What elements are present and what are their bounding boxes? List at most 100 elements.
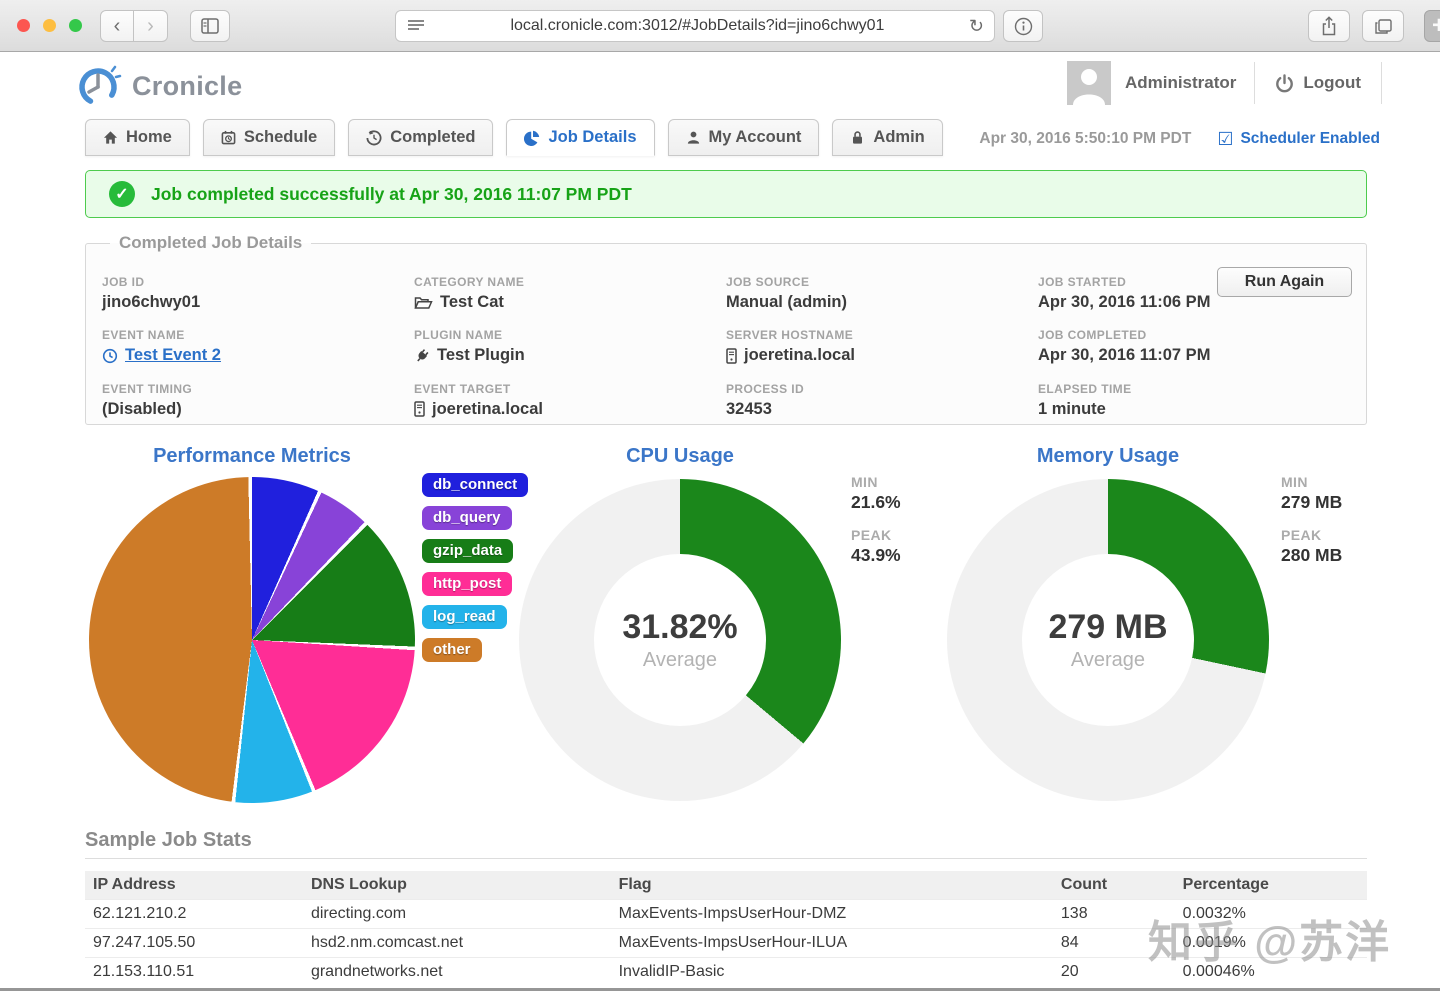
success-check-icon: ✓ [109,181,135,207]
tab-home[interactable]: Home [85,119,190,156]
logout-button[interactable]: Logout [1275,73,1361,93]
run-again-button[interactable]: Run Again [1217,267,1352,297]
field-label: ELAPSED TIME [1038,381,1132,396]
job-field-process-id: PROCESS ID 32453 [726,374,1038,427]
column-header-percentage: Percentage [1174,871,1367,900]
table-cell: 84 [1052,928,1175,958]
tab-admin[interactable]: Admin [832,119,943,156]
browser-toolbar: ‹ › local.cronicle.com:3012/#JobDetails?… [0,0,1440,52]
performance-metrics-legend: db_connect db_query gzip_data http_post log_… [422,473,529,662]
sidebar-toggle-button[interactable] [190,10,230,42]
show-tabs-button[interactable] [1362,10,1404,42]
brand-name: Cronicle [132,70,243,101]
table-header-row: IP Address DNS Lookup Flag Count Percentage [85,871,1367,900]
share-button[interactable] [1308,10,1350,42]
share-icon [1322,16,1336,36]
table-cell: InvalidIP-Basic [610,957,1053,987]
memory-peak-label: PEAK [1281,527,1322,543]
job-field-elapsed-time: ELAPSED TIME 1 minute [1038,374,1350,427]
job-field-event-name: EVENT NAME Test Event 2 [102,320,414,373]
column-header-dns-lookup: DNS Lookup [302,871,611,900]
minimize-window-button[interactable] [43,19,56,32]
panel-legend: Completed Job Details [119,233,303,252]
page-info-button[interactable] [1003,10,1043,42]
field-label: PLUGIN NAME [414,328,503,343]
table-cell: 0.0019% [1174,928,1367,958]
user-icon [687,131,699,144]
memory-peak-value: 280 MB [1281,545,1343,565]
job-field-job-id: JOB ID jino6chwy01 [102,267,414,320]
field-value[interactable]: Test Event 2 [102,346,414,365]
field-value: joeretina.local [414,400,726,419]
divider [1381,62,1382,104]
calendar-clock-icon [221,130,236,145]
tabs-overview-icon [1374,18,1392,34]
scheduler-enabled-label: Scheduler Enabled [1240,130,1380,147]
sample-job-stats-table: IP Address DNS Lookup Flag Count Percentage … [85,871,1367,987]
checkbox-checked-icon: ☑ [1217,129,1234,149]
memory-usage-title: Memory Usage [1036,445,1180,467]
home-icon [103,131,118,144]
tab-completed[interactable]: Completed [348,119,494,156]
tab-label: Job Details [548,128,637,146]
scheduler-enabled-toggle[interactable]: ☑ Scheduler Enabled [1217,130,1380,148]
job-success-banner: ✓ Job completed successfully at Apr 30, … [85,170,1367,218]
column-header-flag: Flag [610,871,1053,900]
folder-open-icon [414,295,433,311]
field-value: jino6chwy01 [102,293,201,312]
field-value: 1 minute [1038,399,1106,418]
current-time-label: Apr 30, 2016 5:50:10 PM PDT [979,130,1192,147]
tab-schedule[interactable]: Schedule [202,119,336,156]
field-label: EVENT TARGET [414,381,511,396]
reader-view-icon[interactable] [406,18,426,34]
server-icon [414,401,425,418]
table-cell: 20 [1052,957,1175,987]
cpu-average-label: Average [642,649,718,671]
zoom-window-button[interactable] [69,19,82,32]
browser-forward-button[interactable]: › [134,10,168,42]
table-cell: 0.00046% [1174,957,1367,987]
new-tab-button[interactable]: + [1424,10,1440,42]
tab-my-account[interactable]: My Account [667,119,820,156]
tab-label: Home [126,128,172,146]
close-window-button[interactable] [17,19,30,32]
job-field-event-target: EVENT TARGET joeretina.local [414,374,726,427]
avatar [1066,61,1111,105]
tab-label: Schedule [243,128,318,146]
legend-item-db_connect: db_connect [422,473,529,497]
legend-item-db_query: db_query [422,506,512,530]
tab-label: Completed [390,128,476,146]
cpu-donut-center: 31.82% Average [594,554,766,726]
sidebar-icon [201,18,219,34]
info-icon [1014,17,1032,35]
table-cell: 21.153.110.51 [85,957,303,987]
tab-bar: Home Schedule Completed Job Details My A… [85,118,1380,156]
job-field-job-source: JOB SOURCE Manual (admin) [726,267,1038,320]
cpu-usage-donut-chart: 31.82% Average [519,479,841,801]
field-label: PROCESS ID [726,381,805,396]
address-bar[interactable]: local.cronicle.com:3012/#JobDetails?id=j… [395,10,995,42]
tab-job-details[interactable]: Job Details [506,119,655,156]
legend-item-http_post: http_post [422,572,513,596]
window-bottom-edge [0,988,1440,991]
event-link[interactable]: Test Event 2 [125,346,221,365]
field-value: Test Plugin [414,346,726,365]
table-cell: 0.0032% [1174,899,1367,929]
field-label: JOB SOURCE [726,275,810,290]
legend-item-other: other [422,638,482,662]
sample-job-stats-heading: Sample Job Stats [85,829,252,851]
reload-icon[interactable]: ↻ [969,16,984,37]
divider [85,858,1367,859]
username-label: Administrator [1124,73,1237,92]
field-value: Test Cat [414,293,726,312]
job-field-plugin-name: PLUGIN NAME Test Plugin [414,320,726,373]
lock-icon [853,131,863,144]
table-row: 62.121.210.2 directing.com MaxEvents-ImpsU… [85,899,1367,929]
tab-label: My Account [708,128,802,146]
cpu-peak-label: PEAK [851,527,892,543]
plug-icon [414,348,430,364]
url-text: local.cronicle.com:3012/#JobDetails?id=j… [510,17,885,34]
table-row: 21.153.110.51 grandnetworks.net InvalidIP-… [85,957,1367,987]
browser-back-button[interactable]: ‹ [100,10,134,42]
table-cell: MaxEvents-ImpsUserHour-DMZ [610,899,1053,929]
